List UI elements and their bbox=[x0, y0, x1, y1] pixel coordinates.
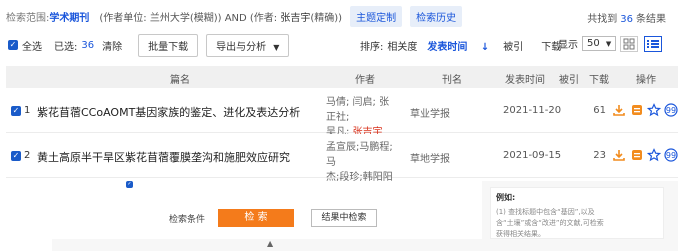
row-checkbox[interactable]: ✓ bbox=[11, 151, 21, 161]
example-text-line: (1) 查找标题中包含“基因”,以及 bbox=[496, 208, 595, 216]
svg-text:99: 99 bbox=[666, 151, 676, 160]
query-author: 张吉宇 bbox=[280, 13, 311, 24]
col-author-header: 作者 bbox=[355, 75, 375, 86]
download-icon[interactable] bbox=[612, 103, 626, 117]
scope-label: 检索范围: bbox=[6, 13, 50, 24]
caret-down-icon: ▼ bbox=[273, 42, 280, 52]
example-label: 例如: bbox=[496, 193, 516, 202]
publish-date: 2021-09-15 bbox=[503, 150, 562, 161]
download-icon[interactable] bbox=[612, 148, 626, 162]
page-size-select[interactable]: 50 ▼ bbox=[582, 36, 617, 51]
caret-down-icon: ▼ bbox=[605, 40, 612, 48]
sort-label: 排序: bbox=[360, 42, 384, 53]
result-count-number: 36 bbox=[620, 14, 633, 25]
result-count-suffix: 条结果 bbox=[636, 14, 666, 25]
col-source-header: 刊名 bbox=[442, 75, 462, 86]
favorite-star-icon[interactable] bbox=[646, 103, 662, 117]
download-count: 23 bbox=[593, 150, 606, 161]
sort-options: 排序: 相关度 发表时间 ↓ 被引 下载 bbox=[360, 38, 571, 53]
favorite-star-icon[interactable] bbox=[646, 148, 662, 162]
row-index: 1 bbox=[24, 105, 31, 116]
search-example-box: 例如: (1) 查找标题中包含“基因”,以及 含“土壤”或含“改进”的文献,可检… bbox=[490, 187, 664, 239]
article-title-link[interactable]: 黄土高原半干旱区紫花苜蓿覆膜垄沟和施肥效应研究 bbox=[37, 149, 290, 165]
read-online-icon[interactable] bbox=[630, 148, 644, 162]
col-title-header: 篇名 bbox=[170, 75, 190, 86]
search-within-results-button[interactable]: 结果中检索 bbox=[311, 209, 377, 227]
sort-publish-time[interactable]: 发表时间 ↓ bbox=[427, 38, 499, 53]
col-date-header: 发表时间 bbox=[505, 75, 545, 86]
collapse-arrow-icon[interactable]: ▲ bbox=[267, 239, 273, 248]
export-analysis-dropdown[interactable]: 导出与分析 ▼ bbox=[206, 33, 290, 57]
svg-text:99: 99 bbox=[666, 106, 676, 115]
row-authors: 孟宣辰;马鹏程;马 杰;段珍;韩阳阳 bbox=[326, 140, 394, 185]
select-all-label[interactable]: 全选 bbox=[22, 38, 42, 53]
results-toolbar: ✓ 全选 已选: 36 清除 批量下载 导出与分析 ▼ 排序: 相关度 发表时间… bbox=[8, 33, 676, 57]
page-size-area: 显示 50 ▼ bbox=[558, 36, 617, 51]
advanced-search-panel: ✓ 检索条件 检 索 结果中检索 例如: (1) 查找标题中包含“基因”,以及 … bbox=[52, 181, 678, 251]
select-all-checkbox[interactable]: ✓ bbox=[8, 40, 18, 50]
example-text-line: 获得相关结果。 bbox=[496, 230, 545, 238]
authors-line[interactable]: 马倩; 闫启; 张正社; bbox=[326, 95, 394, 125]
search-scope-bar: 检索范围: 学术期刊 (作者单位: 兰州大学(模糊)) AND (作者: 张吉宇… bbox=[0, 0, 684, 33]
query-prefix: (作者单位: 兰州大学(模糊)) AND (作者: bbox=[99, 13, 281, 24]
article-title-link[interactable]: 紫花苜蓿CCoAOMT基因家族的鉴定、进化及表达分析 bbox=[37, 104, 300, 120]
query-suffix: (精确)) bbox=[310, 13, 343, 24]
publish-date: 2021-11-20 bbox=[503, 105, 562, 116]
selected-label: 已选: bbox=[54, 41, 78, 53]
sort-publish-time-label: 发表时间 bbox=[427, 42, 468, 53]
export-analysis-label: 导出与分析 bbox=[216, 41, 267, 53]
arrow-down-icon: ↓ bbox=[480, 42, 490, 53]
search-query-text: (作者单位: 兰州大学(模糊)) AND (作者: 张吉宇(精确)) bbox=[99, 9, 342, 24]
grid-view-icon[interactable] bbox=[620, 36, 638, 52]
subject-custom-button[interactable]: 主题定制 bbox=[350, 6, 403, 27]
search-history-button[interactable]: 检索历史 bbox=[410, 6, 463, 27]
journal-source-link[interactable]: 草地学报 bbox=[410, 150, 450, 165]
journal-source-link[interactable]: 草业学报 bbox=[410, 105, 450, 120]
search-condition-area: ✓ 检索条件 检 索 结果中检索 bbox=[52, 181, 482, 239]
page-size-label: 显示 bbox=[558, 40, 578, 51]
search-condition-label: 检索条件 bbox=[169, 215, 206, 225]
quote-icon[interactable]: 99 bbox=[664, 148, 678, 162]
clear-selection-link[interactable]: 清除 bbox=[102, 38, 122, 53]
row-checkbox[interactable]: ✓ bbox=[11, 106, 21, 116]
list-view-icon[interactable] bbox=[644, 36, 662, 52]
read-online-icon[interactable] bbox=[630, 103, 644, 117]
scope-value-link[interactable]: 学术期刊 bbox=[49, 9, 89, 24]
sort-relevance[interactable]: 相关度 bbox=[387, 38, 417, 53]
result-count: 共找到 36 条结果 bbox=[587, 10, 666, 25]
authors-line[interactable]: 孟宣辰;马鹏程;马 bbox=[326, 140, 394, 170]
results-table-header: 篇名 作者 刊名 发表时间 被引 下载 操作 bbox=[6, 66, 678, 88]
col-downloads-header[interactable]: 下载 bbox=[589, 71, 609, 86]
row-index: 2 bbox=[24, 150, 31, 161]
example-text-line: 含“土壤”或含“改进”的文献,可检索 bbox=[496, 219, 604, 227]
download-count: 61 bbox=[593, 105, 606, 116]
batch-download-button[interactable]: 批量下载 bbox=[138, 33, 199, 57]
quote-icon[interactable]: 99 bbox=[664, 103, 678, 117]
search-button[interactable]: 检 索 bbox=[218, 209, 294, 227]
sort-cited[interactable]: 被引 bbox=[503, 38, 523, 53]
page-size-value: 50 bbox=[587, 38, 600, 49]
result-count-prefix: 共找到 bbox=[587, 14, 618, 25]
condition-checkbox[interactable]: ✓ bbox=[126, 181, 133, 188]
col-ops-header: 操作 bbox=[636, 75, 656, 86]
col-cited-header[interactable]: 被引 bbox=[559, 71, 579, 86]
table-row: ✓ 1 紫花苜蓿CCoAOMT基因家族的鉴定、进化及表达分析 马倩; 闫启; 张… bbox=[6, 89, 678, 138]
table-row: ✓ 2 黄土高原半干旱区紫花苜蓿覆膜垄沟和施肥效应研究 孟宣辰;马鹏程;马 杰;… bbox=[6, 134, 678, 183]
selected-count: 36 bbox=[81, 39, 95, 51]
